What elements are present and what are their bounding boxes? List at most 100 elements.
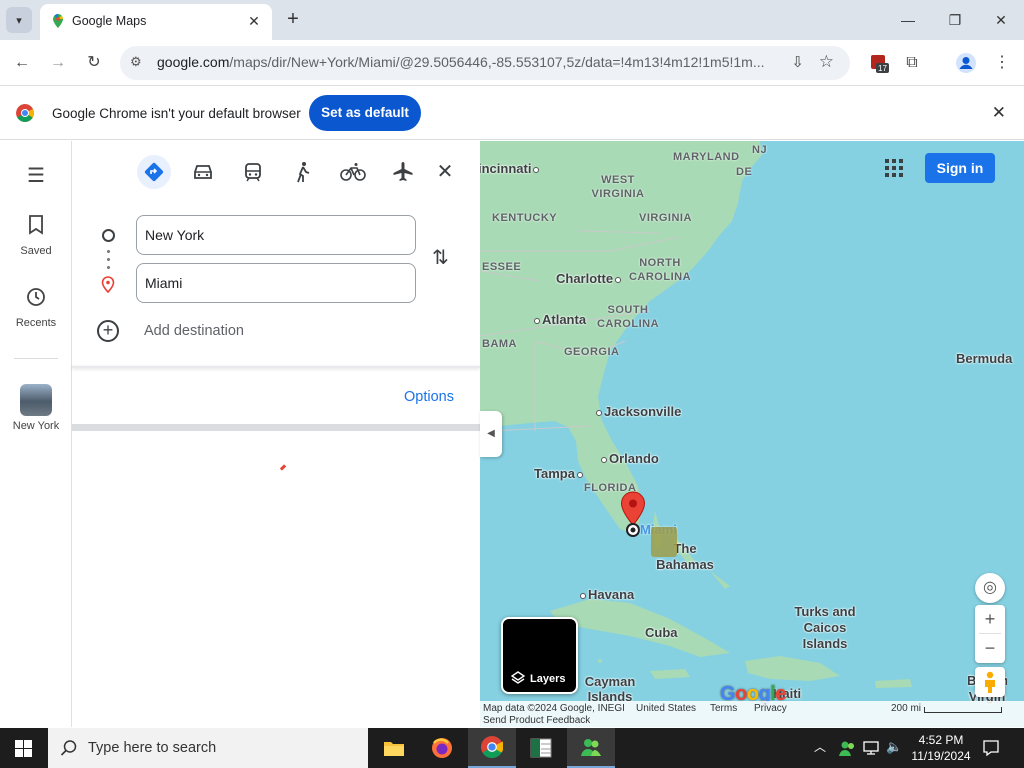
map-scale-label[interactable]: 200 mi <box>891 703 921 714</box>
pegman-street-view-icon[interactable] <box>975 667 1005 697</box>
state-kentucky: KENTUCKY <box>492 212 558 224</box>
zoom-out-minus-icon[interactable]: − <box>975 634 1005 662</box>
origin-input[interactable]: New York <box>136 215 416 255</box>
windows-start-button[interactable] <box>0 728 48 768</box>
chrome-menu-icon[interactable]: ⋮ <box>989 50 1015 76</box>
car-icon <box>194 165 212 179</box>
forward-arrow-icon[interactable]: → <box>45 50 71 76</box>
state-maryland: MARYLAND <box>673 151 740 163</box>
country-link[interactable]: United States <box>636 703 696 714</box>
minimize-icon[interactable]: — <box>893 8 923 32</box>
back-arrow-icon[interactable]: ← <box>9 50 35 76</box>
windows-taskbar: Type here to search ︿ 🔈 4:52 PM 11/19/20… <box>0 728 1024 768</box>
map-footer: Map data ©2024 Google, INEGI United Stat… <box>480 701 1024 727</box>
tab-title: Google Maps <box>72 14 147 28</box>
show-hidden-icons-icon[interactable]: ︿ <box>814 738 826 755</box>
reload-icon[interactable]: ↻ <box>81 50 107 76</box>
terms-link[interactable]: Terms <box>710 703 737 714</box>
window-close-icon[interactable]: ✕ <box>986 8 1016 32</box>
tab-close-icon[interactable]: ✕ <box>244 11 264 31</box>
restore-icon[interactable]: ❐ <box>940 8 970 32</box>
new-york-thumbnail <box>20 384 52 416</box>
address-bar[interactable]: ⚙ google.com/maps/dir/New+York/Miami/@29… <box>120 46 850 80</box>
map-canvas[interactable]: incinnati MARYLAND NJ DE WEST VIRGINIA V… <box>480 141 1024 727</box>
add-destination-plus-icon[interactable]: + <box>97 320 119 342</box>
layers-button[interactable]: Layers <box>501 617 578 694</box>
transit-mode-button[interactable] <box>238 157 268 187</box>
walking-mode-button[interactable] <box>288 157 318 187</box>
taskbar-clock[interactable]: 4:52 PM 11/19/2024 <box>908 732 974 764</box>
profile-avatar-icon[interactable] <box>953 50 979 76</box>
history-icon <box>0 287 72 313</box>
zoom-controls: + − <box>975 605 1005 663</box>
address-bar-url[interactable]: google.com/maps/dir/New+York/Miami/@29.5… <box>157 54 777 70</box>
layers-label: Layers <box>530 673 566 685</box>
region-cuba[interactable]: Cuba <box>645 625 678 640</box>
city-orlando[interactable]: Orlando <box>599 451 659 466</box>
privacy-link[interactable]: Privacy <box>754 703 787 714</box>
city-cincinnati[interactable]: incinnati <box>480 161 541 176</box>
taskbar-search-box[interactable]: Type here to search <box>48 728 368 768</box>
tab-search-chevron-down-icon[interactable]: ▾ <box>6 7 32 33</box>
swap-arrows-icon[interactable]: ⇅ <box>432 245 449 270</box>
infobar-close-icon[interactable]: ✕ <box>992 103 1006 123</box>
options-link[interactable]: Options <box>404 389 454 405</box>
sign-in-button[interactable]: Sign in <box>925 153 995 183</box>
browser-tab[interactable]: Google Maps ✕ <box>40 4 272 40</box>
city-atlanta[interactable]: Atlanta <box>532 312 586 327</box>
new-york-recent-place[interactable]: New York <box>0 384 72 432</box>
add-destination-button[interactable]: Add destination <box>144 323 244 339</box>
network-icon[interactable] <box>862 740 880 756</box>
region-bermuda[interactable]: Bermuda <box>956 351 1012 366</box>
city-charlotte[interactable]: Charlotte <box>556 271 623 286</box>
set-as-default-button[interactable]: Set as default <box>309 95 421 131</box>
destination-input[interactable]: Miami <box>136 263 416 303</box>
directions-diamond-icon <box>144 162 164 182</box>
panel-divider <box>72 366 480 368</box>
city-tampa[interactable]: Tampa <box>534 466 585 481</box>
region-cayman-islands[interactable]: Cayman Islands <box>580 674 640 704</box>
chrome-icon <box>481 736 503 758</box>
google-apps-grid-icon[interactable] <box>885 159 903 177</box>
infobar-message: Google Chrome isn't your default browser <box>52 106 301 121</box>
send-feedback-link[interactable]: Send Product Feedback <box>483 715 590 726</box>
state-south-carolina: SOUTH CAROLINA <box>596 304 660 330</box>
layers-stack-icon <box>511 671 525 684</box>
new-tab-plus-icon[interactable]: + <box>282 8 304 30</box>
bookmark-star-icon[interactable]: ☆ <box>819 52 834 72</box>
zoom-in-plus-icon[interactable]: + <box>975 605 1005 633</box>
city-havana[interactable]: Havana <box>578 587 634 602</box>
driving-mode-button[interactable] <box>188 157 218 187</box>
volume-icon[interactable]: 🔈 <box>886 739 902 755</box>
destination-pin-icon <box>101 276 115 293</box>
cycling-mode-button[interactable] <box>338 157 368 187</box>
collapse-panel-button[interactable]: ◀ <box>480 411 502 457</box>
menu-button[interactable]: ☰ <box>0 163 72 189</box>
site-settings-icon[interactable]: ⚙ <box>130 54 148 72</box>
my-location-icon[interactable]: ◎ <box>975 573 1005 603</box>
chrome-taskbar-button[interactable] <box>468 728 516 768</box>
best-route-mode-button[interactable] <box>137 155 171 189</box>
hamburger-menu-icon: ☰ <box>27 165 45 187</box>
extension-badge-icon[interactable]: 17 <box>866 50 892 76</box>
clock-time: 4:52 PM <box>918 733 964 747</box>
spreadsheet-taskbar-button[interactable] <box>517 728 565 768</box>
app-taskbar-button[interactable] <box>567 728 615 768</box>
flight-mode-button[interactable] <box>388 157 418 187</box>
recents-label: Recents <box>15 317 57 329</box>
users-icon <box>581 739 601 756</box>
saved-button[interactable]: Saved <box>0 215 72 257</box>
city-jacksonville[interactable]: Jacksonville <box>594 404 681 419</box>
recents-button[interactable]: Recents <box>0 287 72 329</box>
install-app-icon[interactable]: ⇩ <box>791 53 804 71</box>
street-view-marker-icon[interactable] <box>651 527 677 557</box>
browser-tab-strip: ▾ Google Maps ✕ + — ❐ ✕ <box>0 0 1024 40</box>
file-explorer-taskbar-button[interactable] <box>370 728 418 768</box>
map-attribution: Map data ©2024 Google, INEGI <box>483 703 625 714</box>
region-turks-and-caicos[interactable]: Turks and Caicos Islands <box>790 604 860 652</box>
notifications-icon[interactable] <box>982 739 1000 757</box>
tray-app-icon[interactable] <box>838 739 856 757</box>
close-directions-icon[interactable]: ✕ <box>430 157 460 187</box>
extensions-puzzle-icon[interactable]: ⧉ <box>899 50 925 76</box>
firefox-taskbar-button[interactable] <box>418 728 466 768</box>
